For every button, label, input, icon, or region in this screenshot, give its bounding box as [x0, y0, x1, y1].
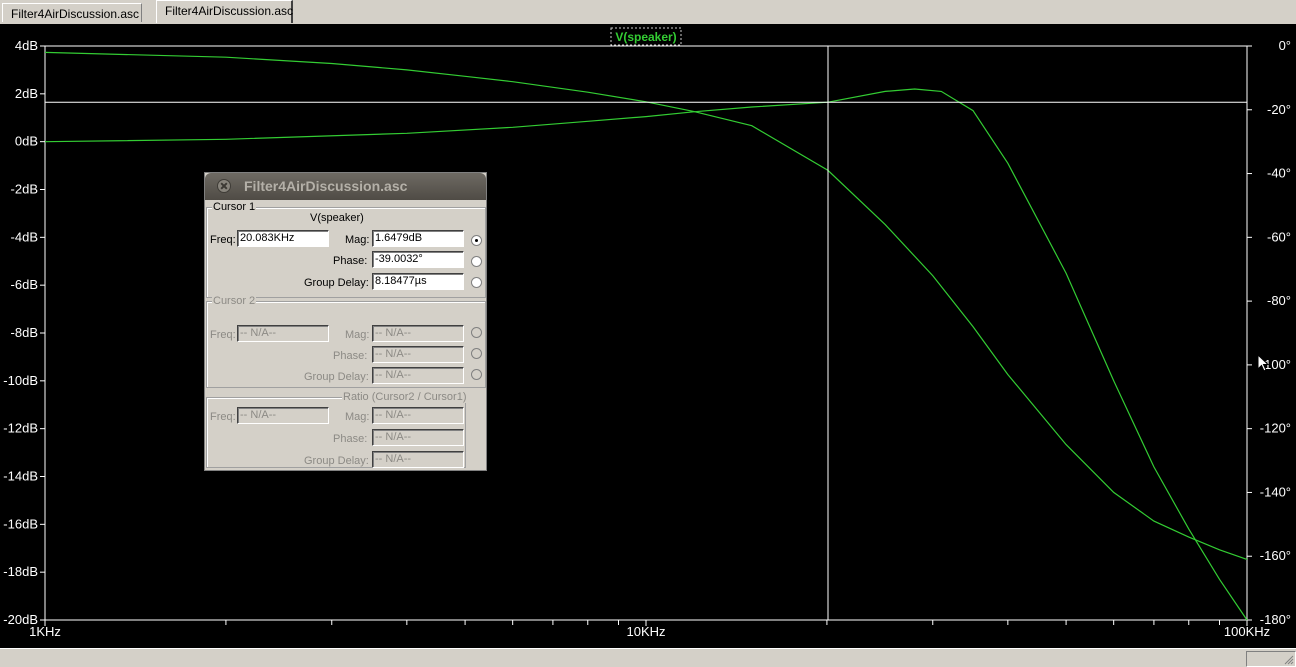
resize-grip-icon[interactable] — [1284, 655, 1294, 665]
ratio-mag-field[interactable]: -- N/A-- — [372, 407, 464, 424]
y-right-tick-label: -120° — [1260, 421, 1291, 436]
y-right-tick-label: -160° — [1260, 548, 1291, 563]
y-right-tick-label: -20° — [1267, 102, 1291, 117]
cursor1-mag-label: Mag: — [345, 234, 370, 246]
y-left-tick-label: -10dB — [3, 373, 38, 388]
cursor1-mag-field[interactable]: 1.6479dB — [372, 230, 464, 247]
cursor2-mag-field[interactable]: -- N/A-- — [372, 325, 464, 342]
cursor1-gd-field[interactable]: 8.18477µs — [372, 273, 464, 290]
y-left-tick-label: -18dB — [3, 564, 38, 579]
close-icon[interactable] — [217, 179, 231, 193]
cursor2-gd-field[interactable]: -- N/A-- — [372, 367, 464, 384]
ratio-freq-label: Freq: — [210, 411, 236, 423]
x-tick-label: 100KHz — [1224, 624, 1270, 639]
y-right-tick-label: 0° — [1279, 38, 1291, 53]
cursor1-trace: V(speaker) — [310, 212, 364, 224]
y-left-tick-label: 0dB — [15, 134, 38, 149]
cursor1-label: Cursor 1 — [212, 201, 257, 213]
cursor2-mag-label: Mag: — [345, 329, 370, 341]
ratio-gd-label: Group Delay: — [304, 455, 369, 467]
ratio-mag-label: Mag: — [345, 411, 370, 423]
ratio-gd-field[interactable]: -- N/A-- — [372, 451, 464, 468]
cursor1-freq-label: Freq: — [210, 234, 236, 246]
y-right-tick-label: -80° — [1267, 293, 1291, 308]
cursor2-gd-label: Group Delay: — [304, 371, 369, 383]
cursor2-phase-label: Phase: — [333, 350, 368, 362]
x-tick-label: 1KHz — [29, 624, 61, 639]
x-tick-label: 10KHz — [626, 624, 665, 639]
y-right-tick-label: -140° — [1260, 484, 1291, 499]
mouse-pointer-icon — [1257, 354, 1269, 372]
tab-waveform[interactable]: Filter4AirDiscussion.asc — [156, 0, 293, 23]
y-left-tick-label: -4dB — [11, 229, 38, 244]
cursor1-gd-label: Group Delay: — [304, 277, 369, 289]
cursor2-mag-radio[interactable] — [471, 327, 482, 338]
cursor1-phase-radio[interactable] — [471, 256, 482, 267]
y-left-tick-label: -8dB — [11, 325, 38, 340]
cursor2-phase-field[interactable]: -- N/A-- — [372, 346, 464, 363]
cursor1-gd-radio[interactable] — [471, 277, 482, 288]
ratio-phase-label: Phase: — [333, 433, 368, 445]
ratio-label: Ratio (Cursor2 / Cursor1) — [342, 391, 468, 403]
y-right-tick-label: -60° — [1267, 229, 1291, 244]
cursor2-freq-label: Freq: — [210, 329, 236, 341]
cursor2-gd-radio[interactable] — [471, 369, 482, 380]
ratio-freq-field[interactable]: -- N/A-- — [237, 407, 329, 424]
cursor-dialog: Filter4AirDiscussion.asc Cursor 1 V(spea… — [204, 172, 487, 471]
y-left-tick-label: 4dB — [15, 38, 38, 53]
y-left-tick-label: -2dB — [11, 182, 38, 197]
y-left-tick-label: -14dB — [3, 469, 38, 484]
y-left-tick-label: -6dB — [11, 277, 38, 292]
cursor1-phase-label: Phase: — [333, 255, 368, 267]
y-left-tick-label: 2dB — [15, 86, 38, 101]
y-left-tick-label: -12dB — [3, 421, 38, 436]
plot-canvas[interactable]: 4dB 2dB 0dB -2dB -4dB -6dB -8dB -10dB -12dB -14dB… — [0, 24, 1296, 648]
tab-bar: Filter4AirDiscussion.asc Filter4AirDiscu… — [0, 0, 1296, 25]
cursor1-mag-radio[interactable] — [471, 235, 482, 246]
status-bar — [0, 648, 1296, 667]
waveform-plot[interactable]: 4dB 2dB 0dB -2dB -4dB -6dB -8dB -10dB -12dB -14dB… — [0, 24, 1296, 648]
trace-title[interactable]: V(speaker) — [615, 30, 676, 44]
cursor1-phase-field[interactable]: -39.0032° — [372, 251, 464, 268]
dialog-titlebar[interactable]: Filter4AirDiscussion.asc — [205, 173, 486, 200]
cursor1-freq-field[interactable]: 20.083KHz — [237, 230, 329, 247]
dialog-title: Filter4AirDiscussion.asc — [244, 178, 408, 194]
y-left-tick-label: -16dB — [3, 516, 38, 531]
cursor2-freq-field[interactable]: -- N/A-- — [237, 325, 329, 342]
y-right-tick-label: -40° — [1267, 166, 1291, 181]
ratio-phase-field[interactable]: -- N/A-- — [372, 429, 464, 446]
tab-schematic[interactable]: Filter4AirDiscussion.asc — [2, 3, 142, 22]
cursor2-phase-radio[interactable] — [471, 348, 482, 359]
cursor2-label: Cursor 2 — [212, 295, 257, 307]
